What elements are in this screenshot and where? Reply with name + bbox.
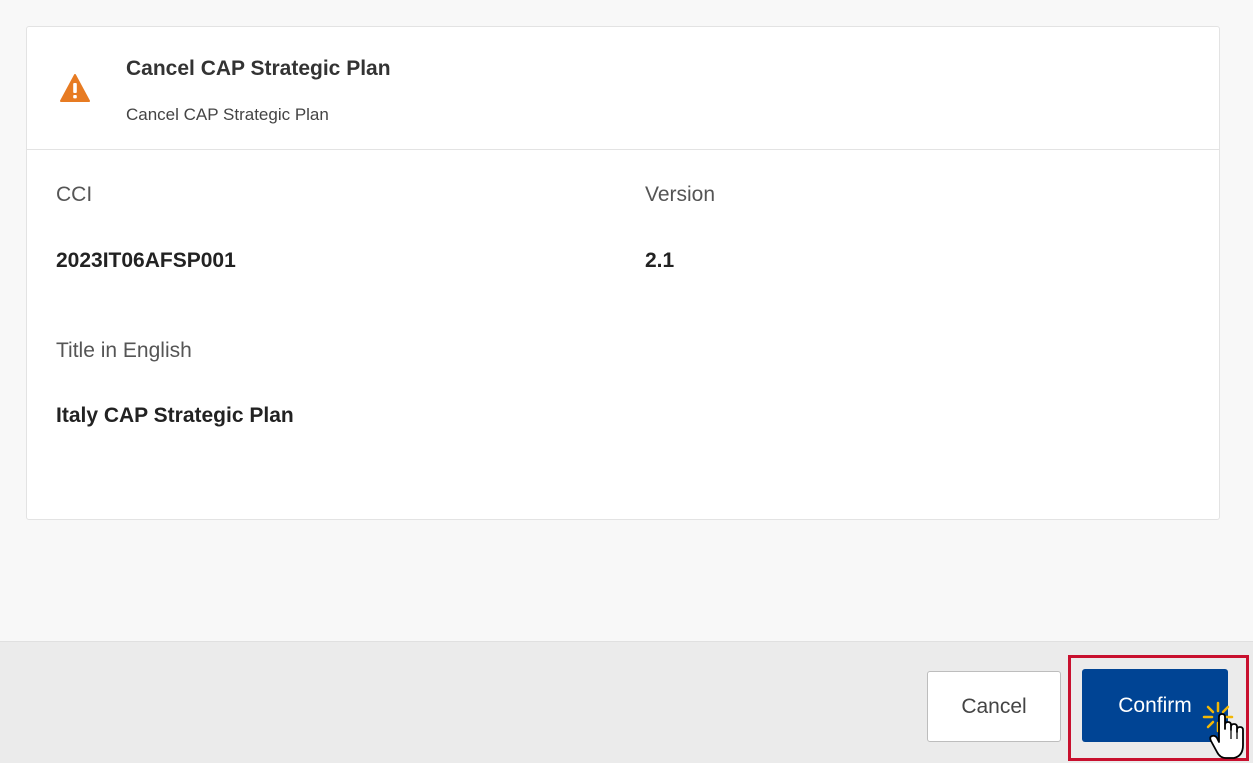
version-value: 2.1 xyxy=(645,249,675,272)
dialog-subtitle: Cancel CAP Strategic Plan xyxy=(126,105,329,124)
cci-label: CCI xyxy=(56,183,93,206)
cci-value: 2023IT06AFSP001 xyxy=(56,249,236,272)
dialog-title: Cancel CAP Strategic Plan xyxy=(126,57,391,80)
title-english-value: Italy CAP Strategic Plan xyxy=(56,404,294,427)
cancel-plan-dialog-card: Cancel CAP Strategic Plan Cancel CAP Str… xyxy=(26,26,1220,520)
hand-cursor-icon xyxy=(1202,701,1244,759)
warning-triangle-icon xyxy=(60,74,90,102)
cancel-button[interactable]: Cancel xyxy=(927,671,1061,742)
dialog-header: Cancel CAP Strategic Plan Cancel CAP Str… xyxy=(27,27,1219,150)
dialog-footer: Cancel Confirm xyxy=(0,641,1253,763)
version-label: Version xyxy=(645,183,716,206)
title-english-label: Title in English xyxy=(56,339,192,362)
